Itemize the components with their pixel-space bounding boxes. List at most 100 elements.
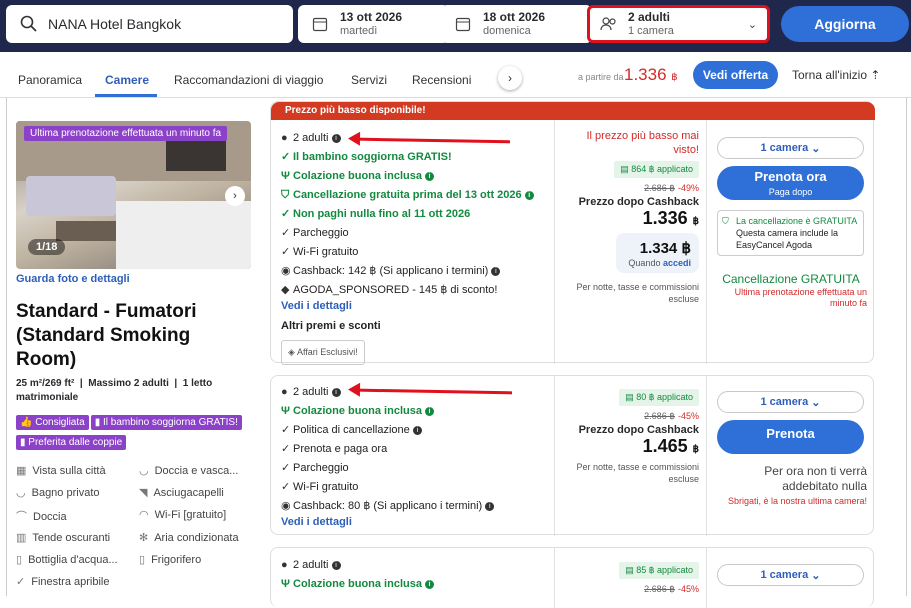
section-tabs: Panoramica Camere Raccomandazioni di via…	[0, 52, 911, 98]
hotel-search-text: NANA Hotel Bangkok	[48, 16, 182, 32]
price-note: Per notte, tasse e commissioni escluse	[576, 282, 699, 304]
info-icon[interactable]: i	[425, 171, 435, 181]
amenity-ac: ✻ Aria condizionata	[139, 531, 239, 544]
login-link[interactable]: accedi	[663, 258, 691, 268]
checkout-field[interactable]: 18 ott 2026 domenica	[441, 5, 592, 43]
amenity-wifi: ◠ Wi-Fi [gratuito]	[139, 508, 226, 521]
login-price: 1.334	[639, 240, 678, 257]
from-label: a partire da	[578, 72, 624, 82]
amenity-label: Finestra apribile	[31, 576, 110, 588]
chip-label: 864 ฿ applicato	[631, 164, 693, 174]
check-icon: ✓	[281, 462, 291, 474]
amenity-private-bath: ◡ Bagno privato	[16, 486, 100, 499]
badge-couples: ▮ Preferita dalle coppie	[16, 435, 127, 450]
feature-cashback: ◉ Cashback: 80 ฿ (Si applicano i termini)…	[281, 497, 495, 516]
feature-child-free: ✓ Il bambino soggiorna GRATIS!	[281, 148, 534, 167]
amenity-label: Aria condizionata	[154, 532, 239, 544]
price-column: ▤ 85 ฿ applicato 2.686 ฿ -45%	[559, 562, 699, 595]
book-button[interactable]: Prenota	[717, 420, 864, 454]
shield-icon: ⛉	[722, 216, 729, 226]
info-icon[interactable]: i	[412, 425, 422, 435]
feature-label: Cancellazione gratuita prima del 13 ott …	[293, 189, 522, 201]
room-count-select[interactable]: 1 camera ⌄	[717, 391, 864, 413]
original-price: 2.686 ฿	[644, 584, 675, 594]
photos-details-link[interactable]: Guarda foto e dettagli	[16, 273, 130, 285]
tab-rooms[interactable]: Camere	[105, 73, 149, 87]
currency: ฿	[681, 240, 691, 257]
feature-label: Wi-Fi gratuito	[293, 246, 359, 258]
badge-label: Preferita dalle coppie	[28, 437, 123, 448]
info-icon[interactable]: i	[331, 133, 341, 143]
exclusive-deals-tag[interactable]: ◈ Affari Esclusivi!	[281, 340, 365, 365]
feature-breakfast: Ψ Colazione buona inclusa i	[281, 167, 534, 186]
amenity-fridge: ▯ Frigorifero	[139, 553, 201, 566]
details-link[interactable]: Vedi i dettagli	[281, 516, 352, 528]
lowest-price-banner: Prezzo più basso disponibile!	[271, 102, 875, 120]
hotel-search-input[interactable]: NANA Hotel Bangkok	[6, 5, 293, 43]
room-count-select[interactable]: 1 camera ⌄	[717, 137, 864, 159]
feature-cancel-policy: ✓ Politica di cancellazione i	[281, 421, 494, 440]
chevron-down-icon: ⌄	[747, 19, 757, 31]
tab-reviews[interactable]: Recensioni	[412, 73, 471, 87]
check-icon: ✓	[281, 246, 291, 258]
check-icon: ✓	[281, 151, 291, 163]
easycancel-title: La cancellazione è GRATUITA	[736, 216, 858, 226]
cashback-chip: ▤ 864 ฿ applicato	[614, 161, 699, 178]
select-label: 1 camera	[760, 569, 809, 581]
feature-adults: ● 2 adulti i	[281, 556, 434, 575]
check-icon: ✓	[281, 208, 291, 220]
view-offer-button[interactable]: Vedi offerta	[693, 61, 778, 89]
amenity-shower: ⌒ Doccia	[16, 508, 67, 524]
back-to-top-link[interactable]: Torna all'inizio ⇡	[792, 68, 880, 82]
photo-counter: 1/18	[28, 239, 66, 255]
chevron-right-icon: ›	[233, 190, 237, 202]
info-icon[interactable]: i	[331, 387, 341, 397]
tabs-scroll-right-button[interactable]: ›	[498, 66, 522, 90]
info-icon[interactable]: i	[485, 501, 495, 511]
tab-recommendations[interactable]: Raccomandazioni di viaggio	[174, 73, 323, 87]
feature-parking: ✓ Parcheggio	[281, 224, 534, 243]
cashback-chip: ▤ 85 ฿ applicato	[619, 562, 699, 579]
info-icon[interactable]: i	[425, 406, 435, 416]
photo-next-button[interactable]: ›	[225, 186, 245, 206]
room-specs: 25 m²/269 ft² | Massimo 2 adulti | 1 let…	[16, 378, 213, 403]
amenity-blackout: ▥ Tende oscuranti	[16, 531, 110, 544]
tag-label: Affari Esclusivi!	[296, 347, 358, 357]
book-sublabel: Paga dopo	[768, 187, 813, 197]
tab-overview[interactable]: Panoramica	[18, 73, 82, 87]
feature-label: Politica di cancellazione	[293, 424, 410, 436]
room-photo[interactable]: Ultima prenotazione effettuata un minuto…	[16, 121, 251, 269]
amenity-label: Bottiglia d'acqua...	[28, 554, 118, 566]
feature-label: 2 adulti	[293, 559, 329, 571]
feature-parking: ✓ Parcheggio	[281, 459, 494, 478]
ticket-icon: ▤	[625, 565, 634, 575]
city-icon: ▦	[16, 465, 27, 477]
checkin-field[interactable]: 13 ott 2026 martedì	[298, 5, 449, 43]
checkin-date: 13 ott 2026	[340, 10, 403, 24]
last-booked-badge: Ultima prenotazione effettuata un minuto…	[24, 126, 228, 141]
amenity-label: Wi-Fi [gratuito]	[154, 509, 227, 521]
info-icon[interactable]: i	[491, 266, 501, 276]
book-now-button[interactable]: Prenota ora Paga dopo	[717, 166, 864, 200]
tab-services[interactable]: Servizi	[351, 73, 387, 87]
guests-selector[interactable]: 2 adulti 1 camera ⌄	[587, 5, 770, 43]
details-link[interactable]: Vedi i dettagli	[281, 300, 352, 312]
chevron-down-icon: ⌄	[811, 142, 821, 155]
original-price: 2.686 ฿	[644, 411, 675, 421]
update-button[interactable]: Aggiorna	[781, 6, 909, 42]
feature-breakfast: Ψ Colazione buona inclusa i	[281, 575, 435, 594]
login-price-box[interactable]: 1.334 ฿ Quando accedi	[616, 233, 699, 273]
shower-icon: ⌒	[16, 511, 27, 523]
currency: ฿	[692, 216, 699, 227]
room-count-select[interactable]: 1 camera ⌄	[717, 564, 864, 586]
feature-label: 2 adulti	[293, 386, 329, 398]
person-icon: ●	[281, 559, 288, 571]
checkin-day: martedì	[340, 25, 378, 37]
feature-label: Colazione buona inclusa	[293, 170, 422, 182]
info-icon[interactable]: i	[425, 579, 435, 589]
feature-breakfast: Ψ Colazione buona inclusa i	[281, 402, 494, 421]
select-label: 1 camera	[760, 396, 809, 408]
info-icon[interactable]: i	[524, 190, 534, 200]
info-icon[interactable]: i	[331, 560, 341, 570]
select-label: 1 camera	[760, 142, 809, 154]
